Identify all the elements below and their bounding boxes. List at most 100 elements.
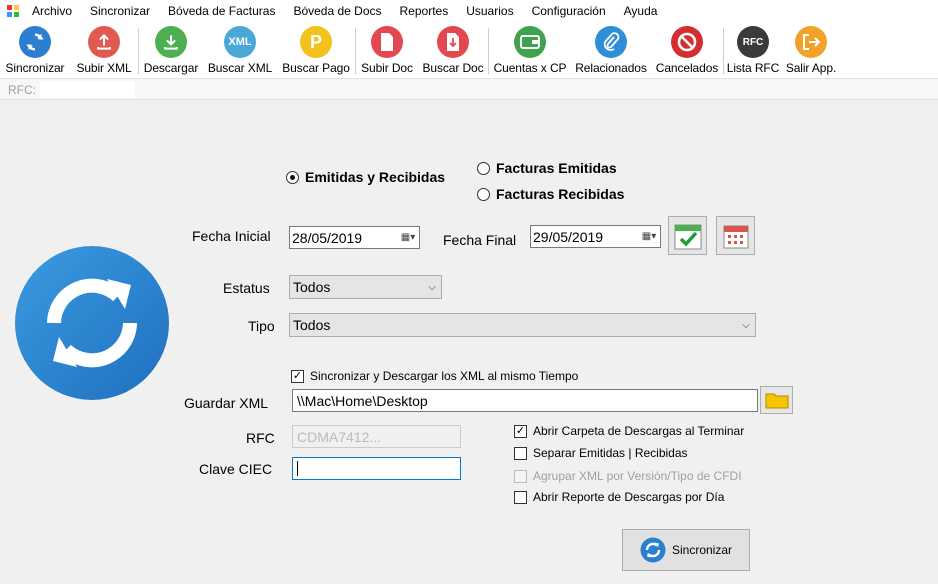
rfc-icon: RFC — [737, 26, 769, 58]
browse-folder-button[interactable] — [760, 386, 793, 414]
menu-boveda-facturas[interactable]: Bóveda de Facturas — [159, 0, 284, 22]
chevron-down-icon: ⌵ — [742, 319, 750, 331]
download-icon — [155, 26, 187, 58]
checkbox-unchecked-icon — [514, 446, 527, 460]
sincronizar-button[interactable]: Sincronizar — [0, 22, 70, 78]
menu-bar: Archivo Sincronizar Bóveda de Facturas B… — [0, 0, 938, 22]
chk-abrir-carpeta-label: Abrir Carpeta de Descargas al Terminar — [533, 424, 745, 438]
cuentas-cp-label: Cuentas x CP — [493, 61, 567, 75]
estatus-select[interactable]: Todos ⌵ — [289, 275, 442, 299]
xml-icon: XML — [224, 26, 256, 58]
radio-indicator — [477, 161, 490, 175]
pago-icon: P — [300, 26, 332, 58]
chk-abrir-carpeta[interactable]: ✓ Abrir Carpeta de Descargas al Terminar — [514, 424, 744, 438]
document-search-icon — [437, 26, 469, 58]
app-icon[interactable] — [2, 0, 24, 22]
sync-icon — [19, 26, 51, 58]
sincronizar-submit-label: Sincronizar — [671, 543, 733, 557]
sync-logo-icon — [14, 245, 170, 401]
radio-facturas-emitidas-label: Facturas Emitidas — [496, 160, 617, 176]
subir-doc-label: Subir Doc — [361, 61, 413, 75]
subir-xml-button[interactable]: Subir XML — [70, 22, 138, 78]
chk-sync-descarga[interactable]: ✓ Sincronizar y Descargar los XML al mis… — [291, 369, 578, 383]
tipo-select[interactable]: Todos ⌵ — [289, 313, 756, 337]
tipo-label: Tipo — [248, 318, 275, 334]
chk-separar[interactable]: Separar Emitidas | Recibidas — [514, 446, 688, 460]
fecha-inicial-value: 28/05/2019 — [292, 229, 363, 246]
estatus-value: Todos — [293, 279, 331, 295]
descargar-label: Descargar — [143, 61, 199, 75]
radio-facturas-recibidas[interactable]: Facturas Recibidas — [477, 186, 624, 202]
menu-reportes[interactable]: Reportes — [391, 0, 458, 22]
rfc-label: RFC — [246, 430, 275, 446]
menu-configuracion[interactable]: Configuración — [523, 0, 615, 22]
checkbox-unchecked-icon — [514, 490, 527, 504]
text-cursor — [297, 461, 298, 476]
relacionados-label: Relacionados — [575, 61, 647, 75]
buscar-doc-label: Buscar Doc — [422, 61, 484, 75]
chk-agrupar[interactable]: Agrupar XML por Versión/Tipo de CFDI — [514, 469, 742, 483]
radio-indicator — [286, 170, 299, 184]
sync-icon — [640, 537, 666, 563]
folder-icon — [765, 393, 788, 409]
estatus-label: Estatus — [223, 280, 270, 296]
calendar-button[interactable] — [716, 216, 755, 255]
fecha-final-picker[interactable]: 29/05/2019 ▦▾ — [530, 225, 661, 248]
radio-indicator — [477, 187, 490, 201]
menu-usuarios[interactable]: Usuarios — [457, 0, 522, 22]
subir-xml-label: Subir XML — [76, 61, 132, 75]
menu-sincronizar[interactable]: Sincronizar — [81, 0, 159, 22]
lista-rfc-button[interactable]: RFC Lista RFC — [724, 22, 782, 78]
fecha-inicial-label: Fecha Inicial — [192, 228, 271, 244]
rfc-strip-label: RFC: — [8, 83, 36, 97]
buscar-pago-button[interactable]: P Buscar Pago — [277, 22, 355, 78]
menu-boveda-docs[interactable]: Bóveda de Docs — [284, 0, 390, 22]
rfc-input[interactable]: CDMA7412... — [292, 425, 461, 448]
chk-separar-label: Separar Emitidas | Recibidas — [533, 446, 688, 460]
rfc-strip: RFC: — [0, 78, 938, 100]
calendar-check-button[interactable] — [668, 216, 707, 255]
tipo-value: Todos — [293, 317, 331, 333]
clave-ciec-input[interactable] — [292, 457, 461, 480]
menu-ayuda[interactable]: Ayuda — [615, 0, 667, 22]
buscar-pago-label: Buscar Pago — [282, 61, 350, 75]
descargar-button[interactable]: Descargar — [139, 22, 203, 78]
cancel-icon — [671, 26, 703, 58]
cancelados-label: Cancelados — [655, 61, 719, 75]
paperclip-icon — [595, 26, 627, 58]
checkbox-checked-icon: ✓ — [514, 424, 527, 438]
wallet-icon — [514, 26, 546, 58]
calendar-dropdown-icon[interactable]: ▦▾ — [638, 226, 660, 247]
buscar-xml-button[interactable]: XML Buscar XML — [203, 22, 277, 78]
sincronizar-submit-button[interactable]: Sincronizar — [622, 529, 750, 571]
cancelados-button[interactable]: Cancelados — [651, 22, 723, 78]
chk-sync-descarga-label: Sincronizar y Descargar los XML al mismo… — [310, 369, 579, 383]
rfc-strip-field[interactable] — [40, 81, 135, 98]
fecha-inicial-picker[interactable]: 28/05/2019 ▦▾ — [289, 226, 420, 249]
subir-doc-button[interactable]: Subir Doc — [356, 22, 418, 78]
calendar-check-icon — [674, 224, 701, 249]
radio-facturas-emitidas[interactable]: Facturas Emitidas — [477, 160, 617, 176]
chk-reporte[interactable]: Abrir Reporte de Descargas por Día — [514, 490, 724, 504]
menu-archivo[interactable]: Archivo — [24, 0, 81, 22]
lista-rfc-label: Lista RFC — [726, 61, 780, 75]
cuentas-cp-button[interactable]: Cuentas x CP — [489, 22, 571, 78]
upload-icon — [88, 26, 120, 58]
radio-emitidas-recibidas-label: Emitidas y Recibidas — [305, 169, 446, 185]
chk-agrupar-label: Agrupar XML por Versión/Tipo de CFDI — [533, 469, 742, 483]
radio-emitidas-recibidas[interactable]: Emitidas y Recibidas — [286, 169, 445, 185]
buscar-xml-label: Buscar XML — [207, 61, 273, 75]
chevron-down-icon: ⌵ — [428, 281, 436, 293]
chk-reporte-label: Abrir Reporte de Descargas por Día — [533, 490, 725, 504]
relacionados-button[interactable]: Relacionados — [571, 22, 651, 78]
buscar-doc-button[interactable]: Buscar Doc — [418, 22, 488, 78]
checkbox-disabled-icon — [514, 469, 527, 483]
checkbox-checked-icon: ✓ — [291, 369, 304, 383]
toolbar: Sincronizar Subir XML Descargar XML Busc… — [0, 22, 938, 78]
sincronizar-label: Sincronizar — [5, 61, 65, 75]
guardar-xml-input[interactable]: \\Mac\Home\Desktop — [292, 389, 758, 412]
salir-app-button[interactable]: Salir App. — [782, 22, 840, 78]
calendar-dropdown-icon[interactable]: ▦▾ — [397, 227, 419, 248]
clave-ciec-label: Clave CIEC — [199, 461, 273, 477]
calendar-icon — [723, 225, 748, 248]
